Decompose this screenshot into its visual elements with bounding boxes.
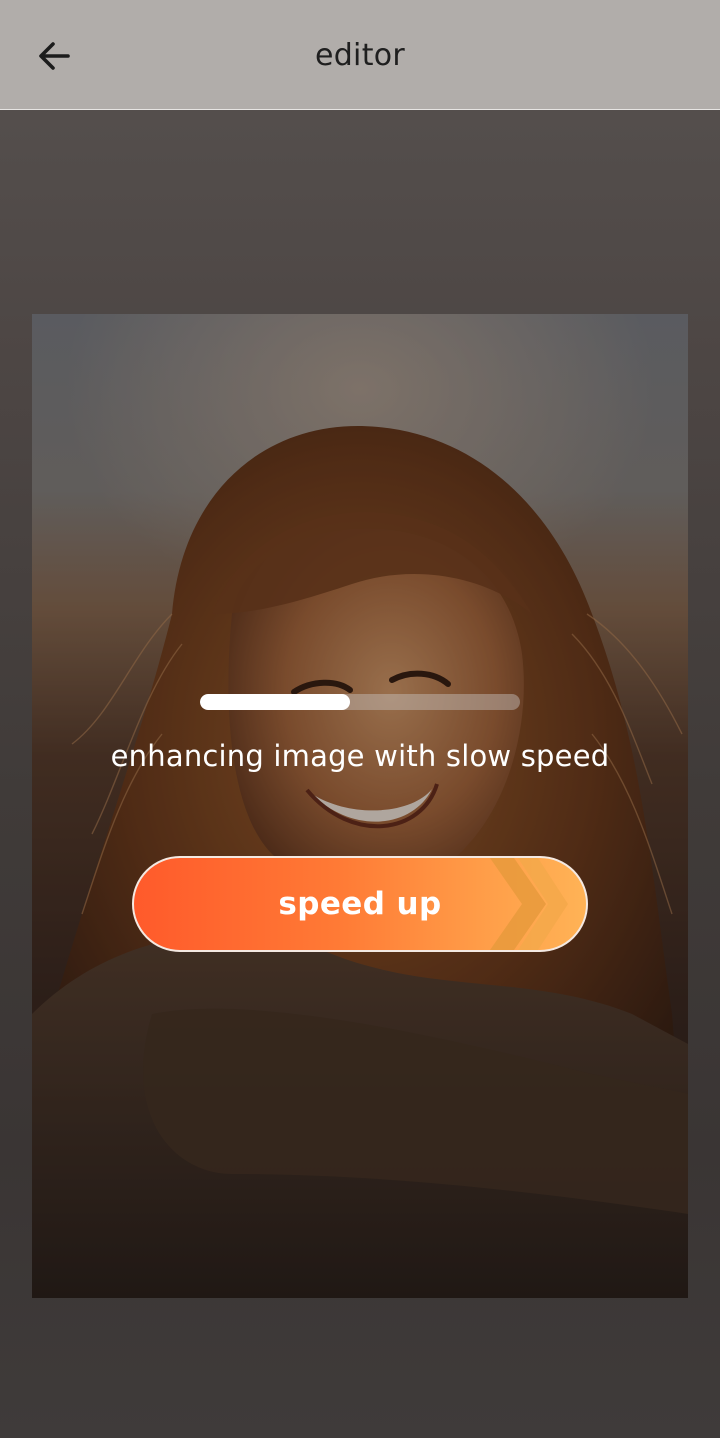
status-text: enhancing image with slow speed <box>110 739 610 773</box>
speed-up-button[interactable]: speed up <box>132 856 588 952</box>
app-bar: editor <box>0 0 720 110</box>
photo-dim-overlay <box>32 314 688 1298</box>
progress-bar <box>200 694 520 710</box>
speed-up-label: speed up <box>278 886 442 922</box>
progress-fill <box>200 694 351 710</box>
photo-preview <box>32 314 688 1298</box>
page-title: editor <box>314 38 406 73</box>
